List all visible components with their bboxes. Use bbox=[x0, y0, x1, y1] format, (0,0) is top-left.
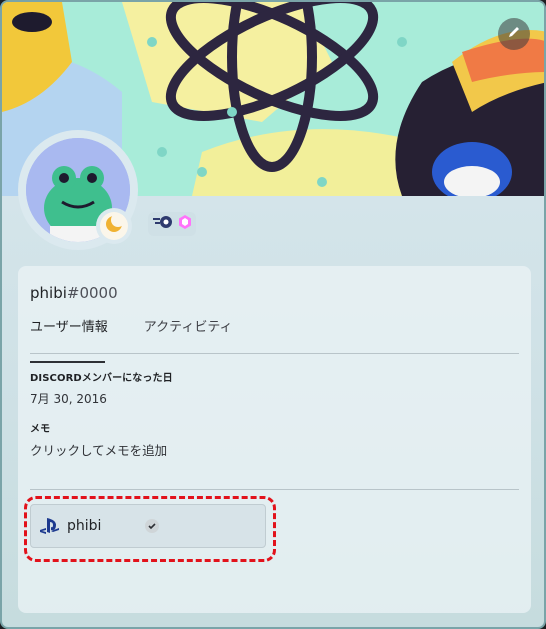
username-text: phibi bbox=[30, 284, 67, 302]
hypesquad-icon[interactable] bbox=[152, 214, 174, 234]
member-since-title: DISCORDメンバーになった日 bbox=[30, 373, 173, 384]
member-since-value: 7月 30, 2016 bbox=[30, 392, 107, 406]
tabs-divider bbox=[30, 353, 519, 354]
username: phibi#0000 bbox=[30, 284, 118, 302]
status-indicator bbox=[96, 208, 132, 244]
memo-title: メモ bbox=[30, 424, 51, 435]
edit-profile-button[interactable] bbox=[498, 18, 530, 50]
badge-list bbox=[148, 212, 196, 236]
user-profile-card: phibi#0000 ユーザー情報 アクティビティ DISCORDメンバーになっ… bbox=[0, 0, 546, 629]
profile-tabs: ユーザー情報 アクティビティ bbox=[30, 316, 233, 363]
tab-user-info[interactable]: ユーザー情報 bbox=[30, 316, 108, 363]
moon-icon bbox=[105, 213, 125, 237]
highlight-annotation-box bbox=[24, 496, 276, 562]
memo-input[interactable]: クリックしてメモを追加 bbox=[30, 440, 167, 459]
pencil-icon bbox=[506, 24, 522, 44]
discriminator-text: #0000 bbox=[66, 284, 118, 302]
nitro-boost-icon[interactable] bbox=[178, 214, 192, 234]
tab-activity[interactable]: アクティビティ bbox=[144, 316, 233, 363]
connections-divider bbox=[30, 489, 519, 490]
